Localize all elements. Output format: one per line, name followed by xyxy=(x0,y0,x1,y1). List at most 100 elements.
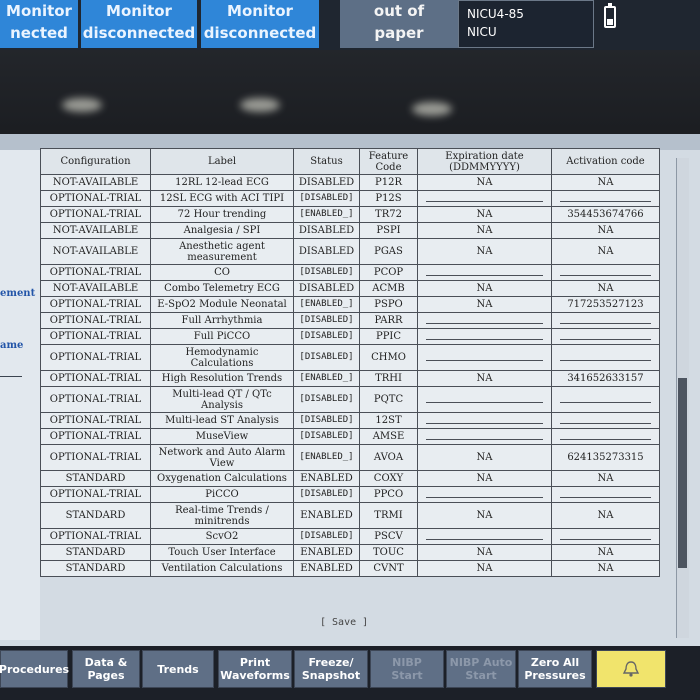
activation-code-cell: 354453674766 xyxy=(551,206,660,223)
expiration-date-cell-input xyxy=(426,417,543,424)
activation-code-cell[interactable] xyxy=(551,428,660,445)
activation-code-cell[interactable] xyxy=(551,190,660,207)
table-row[interactable]: OPTIONAL-TRIAL E-SpO2 Module Neonatal [ENA… xyxy=(40,296,660,313)
feature-code-cell: P12S xyxy=(359,190,418,207)
table-row[interactable]: OPTIONAL-TRIAL Full PiCCO [DISABLED] PPIC xyxy=(40,328,660,345)
expiration-date-cell[interactable] xyxy=(417,328,552,345)
print-waveforms-button[interactable]: Print Waveforms xyxy=(218,650,292,688)
trends-button[interactable]: Trends xyxy=(142,650,214,688)
table-row[interactable]: OPTIONAL-TRIAL Hemodynamic Calculations [D… xyxy=(40,344,660,371)
table-row[interactable]: OPTIONAL-TRIAL PiCCO [DISABLED] PPCO xyxy=(40,486,660,503)
expiration-date-cell[interactable] xyxy=(417,312,552,329)
expiration-date-cell[interactable] xyxy=(417,528,552,545)
activation-code-cell-input xyxy=(560,269,651,276)
activation-code-cell[interactable] xyxy=(551,486,660,503)
activation-code-cell[interactable] xyxy=(551,412,660,429)
table-row[interactable]: OPTIONAL-TRIAL High Resolution Trends [ENA… xyxy=(40,370,660,387)
feature-code-cell: PCOP xyxy=(359,264,418,281)
feature-code-cell-text: CVNT xyxy=(373,563,404,574)
activation-code-cell-input xyxy=(560,533,651,540)
expiration-date-cell[interactable] xyxy=(417,264,552,281)
feature-code-cell-text: PSPO xyxy=(374,299,403,310)
table-row[interactable]: STANDARD Touch User Interface ENABLED TOUC N… xyxy=(40,544,660,561)
activation-code-cell[interactable] xyxy=(551,386,660,413)
label-cell: 72 Hour trending xyxy=(150,206,294,223)
status-cell-text: ENABLED xyxy=(300,473,353,484)
activation-code-cell[interactable] xyxy=(551,264,660,281)
table-row[interactable]: STANDARD Real-time Trends / minitrends ENA… xyxy=(40,502,660,529)
printer-status-button[interactable]: out of paper xyxy=(340,0,458,48)
table-row[interactable]: OPTIONAL-TRIAL Network and Auto Alarm Vie… xyxy=(40,444,660,471)
config-cell: OPTIONAL-TRIAL xyxy=(40,344,151,371)
label-cell: 12RL 12-lead ECG xyxy=(150,174,294,191)
monitor-status-button-1[interactable]: Monitor nected xyxy=(0,0,78,48)
nibp-start-button[interactable]: NIBP Start xyxy=(370,650,444,688)
activation-code-cell-input xyxy=(560,417,651,424)
activation-code-cell[interactable] xyxy=(551,344,660,371)
config-cell-text: OPTIONAL-TRIAL xyxy=(49,315,142,326)
table-row[interactable]: OPTIONAL-TRIAL 12SL ECG with ACI TIPI [DIS… xyxy=(40,190,660,207)
table-row[interactable]: NOT-AVAILABLE 12RL 12-lead ECG DISABLED P12… xyxy=(40,174,660,191)
config-cell-text: STANDARD xyxy=(65,563,126,574)
monitor-status-button-3[interactable]: Monitor disconnected xyxy=(201,0,319,48)
glare-3 xyxy=(412,102,452,116)
activation-code-cell-text: NA xyxy=(597,225,614,236)
table-row[interactable]: NOT-AVAILABLE Anesthetic agent measuremen… xyxy=(40,238,660,265)
scrollbar-thumb[interactable] xyxy=(678,378,687,568)
data-pages-button[interactable]: Data & Pages xyxy=(72,650,140,688)
expiration-date-cell[interactable] xyxy=(417,412,552,429)
config-cell: OPTIONAL-TRIAL xyxy=(40,486,151,503)
status-cell: [ENABLED_] xyxy=(293,206,360,223)
activation-code-cell[interactable] xyxy=(551,528,660,545)
config-cell: OPTIONAL-TRIAL xyxy=(40,428,151,445)
table-row[interactable]: OPTIONAL-TRIAL 72 Hour trending [ENABLED_]… xyxy=(40,206,660,223)
status-cell: [DISABLED] xyxy=(293,412,360,429)
activation-code-cell[interactable] xyxy=(551,312,660,329)
label-cell-text: Ventilation Calculations xyxy=(161,563,283,574)
data-pages-line2: Pages xyxy=(87,669,125,682)
expiration-date-cell[interactable] xyxy=(417,386,552,413)
config-cell-text: OPTIONAL-TRIAL xyxy=(49,431,142,442)
table-row[interactable]: OPTIONAL-TRIAL MuseView [DISABLED] AMSE xyxy=(40,428,660,445)
config-cell: OPTIONAL-TRIAL xyxy=(40,206,151,223)
vertical-scrollbar[interactable] xyxy=(676,158,689,638)
nibp-auto-line1: NIBP Auto xyxy=(449,656,513,669)
top-status-bar: Monitor nected Monitor disconnected Moni… xyxy=(0,0,700,50)
activation-code-cell[interactable] xyxy=(551,328,660,345)
zero-all-pressures-button[interactable]: Zero All Pressures xyxy=(518,650,592,688)
label-cell: Multi-lead QT / QTc Analysis xyxy=(150,386,294,413)
activation-code-cell: NA xyxy=(551,502,660,529)
save-button[interactable]: [ Save ] xyxy=(320,617,368,628)
table-row[interactable]: OPTIONAL-TRIAL Full Arrhythmia [DISABLED] P… xyxy=(40,312,660,329)
sidebar-label-1[interactable]: ement xyxy=(0,288,35,299)
expiration-date-cell[interactable] xyxy=(417,190,552,207)
freeze-snapshot-button[interactable]: Freeze/ Snapshot xyxy=(294,650,368,688)
table-row[interactable]: OPTIONAL-TRIAL ScvO2 [DISABLED] PSCV xyxy=(40,528,660,545)
config-cell-text: STANDARD xyxy=(65,547,126,558)
activation-code-cell-text: NA xyxy=(597,547,614,558)
activation-code-cell: NA xyxy=(551,280,660,297)
table-row[interactable]: NOT-AVAILABLE Analgesia / SPI DISABLED PSPI… xyxy=(40,222,660,239)
status-cell: [ENABLED_] xyxy=(293,370,360,387)
procedures-button[interactable]: Procedures xyxy=(0,650,70,688)
procedures-label: Procedures xyxy=(0,662,70,676)
table-row[interactable]: STANDARD Oxygenation Calculations ENABLED C… xyxy=(40,470,660,487)
config-cell: OPTIONAL-TRIAL xyxy=(40,264,151,281)
expiration-date-cell[interactable] xyxy=(417,428,552,445)
table-row[interactable]: OPTIONAL-TRIAL CO [DISABLED] PCOP xyxy=(40,264,660,281)
bed-info-panel[interactable]: NICU4-85 NICU xyxy=(458,0,594,48)
table-row[interactable]: OPTIONAL-TRIAL Multi-lead QT / QTc Analys… xyxy=(40,386,660,413)
config-cell: OPTIONAL-TRIAL xyxy=(40,370,151,387)
table-row[interactable]: NOT-AVAILABLE Combo Telemetry ECG DISABLED… xyxy=(40,280,660,297)
table-row[interactable]: OPTIONAL-TRIAL Multi-lead ST Analysis [DIS… xyxy=(40,412,660,429)
monitor-status-button-2[interactable]: Monitor disconnected xyxy=(81,0,197,48)
expiration-date-cell[interactable] xyxy=(417,344,552,371)
expiration-date-cell[interactable] xyxy=(417,486,552,503)
status-cell: [DISABLED] xyxy=(293,386,360,413)
expiration-date-cell: NA xyxy=(417,174,552,191)
expiration-date-cell: NA xyxy=(417,222,552,239)
alarm-silence-button[interactable] xyxy=(596,650,666,688)
table-row[interactable]: STANDARD Ventilation Calculations ENABLED C… xyxy=(40,560,660,577)
nibp-auto-start-button[interactable]: NIBP Auto Start xyxy=(446,650,516,688)
sidebar-label-2[interactable]: ame xyxy=(0,340,23,351)
